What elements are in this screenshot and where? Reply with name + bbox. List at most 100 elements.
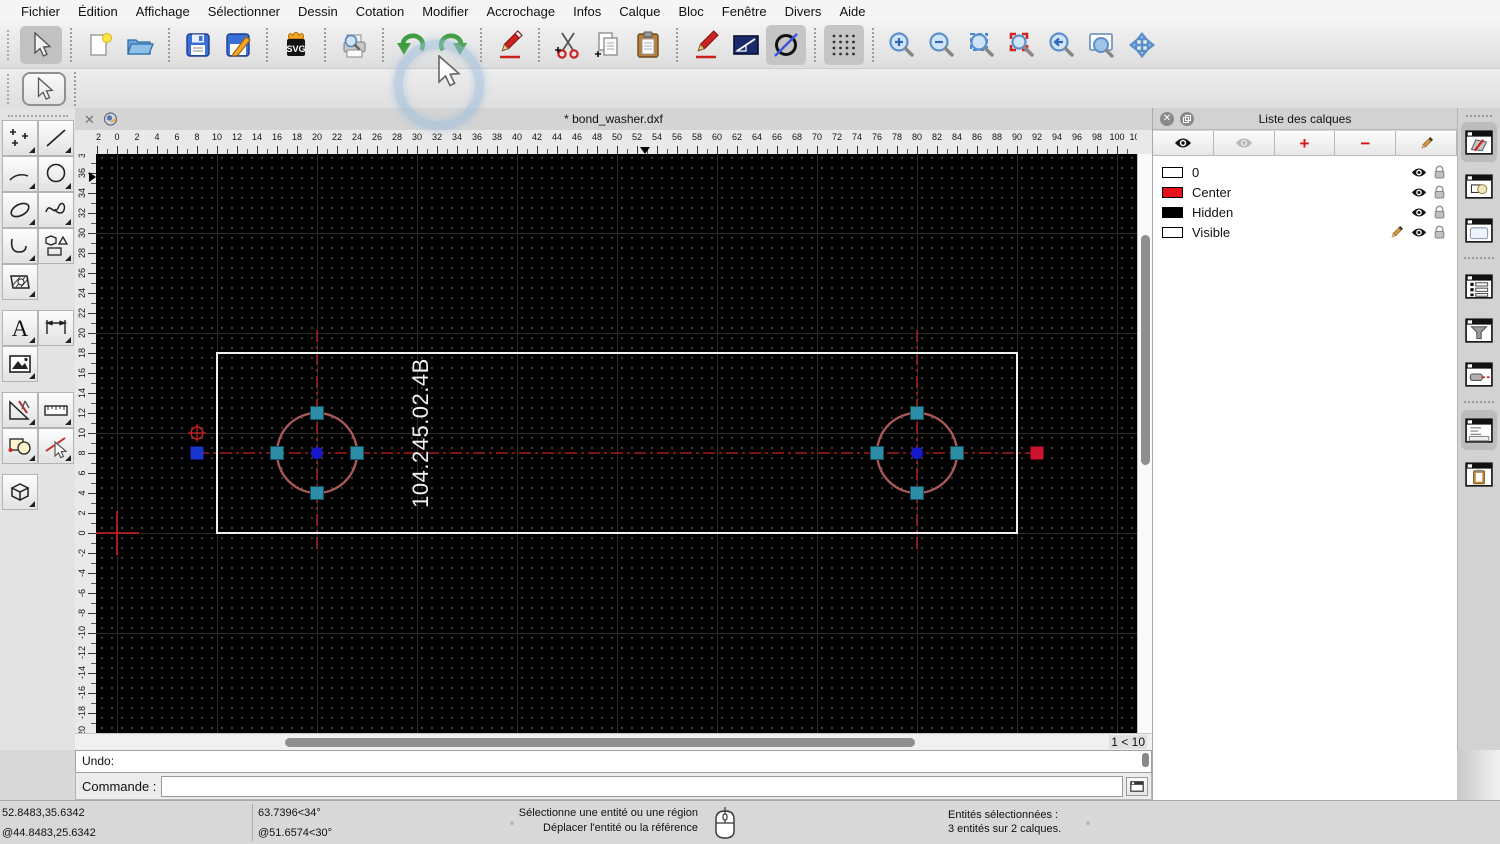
zoom-in-button[interactable] <box>882 25 922 65</box>
menu-item-calque[interactable]: Calque <box>610 4 669 19</box>
undo-button[interactable] <box>392 25 432 65</box>
endpoint-handle-red[interactable] <box>1030 446 1044 460</box>
tool-polyline[interactable] <box>1 228 38 264</box>
vertical-scrollbar[interactable] <box>1137 154 1152 733</box>
cut-button[interactable] <box>548 25 588 65</box>
vertical-scrollbar-thumb[interactable] <box>1141 235 1150 465</box>
menu-item-edition[interactable]: Édition <box>69 4 127 19</box>
tool-measure[interactable] <box>37 392 74 428</box>
eye-icon[interactable] <box>1411 167 1427 178</box>
line-attributes-button[interactable] <box>726 25 766 65</box>
drawing-canvas[interactable]: 104.245.02.4B <box>96 154 1137 733</box>
zoom-window-button[interactable] <box>1082 25 1122 65</box>
dock-selection-filter-button[interactable] <box>1461 310 1497 350</box>
tool-image[interactable] <box>1 346 38 382</box>
menu-item-infos[interactable]: Infos <box>564 4 610 19</box>
tool-text[interactable]: A <box>1 310 38 346</box>
selection-handle[interactable] <box>910 406 924 420</box>
zoom-previous-button[interactable] <box>1042 25 1082 65</box>
zoom-auto-button[interactable] <box>962 25 1002 65</box>
delete-button[interactable] <box>490 25 530 65</box>
layer-row-visible[interactable]: Visible <box>1153 222 1457 242</box>
dock-clipboard-button[interactable] <box>1461 454 1497 494</box>
tool-deselect[interactable] <box>37 428 74 464</box>
tool-dimension[interactable] <box>37 310 74 346</box>
eye-icon[interactable] <box>1411 187 1427 198</box>
tool-line[interactable] <box>37 120 74 156</box>
menu-item-dessin[interactable]: Dessin <box>289 4 347 19</box>
tool-points[interactable] <box>1 120 38 156</box>
save-as-button[interactable] <box>218 25 258 65</box>
print-preview-button[interactable] <box>334 25 374 65</box>
tool-block[interactable] <box>1 428 38 464</box>
layer-row-hidden[interactable]: Hidden <box>1153 202 1457 222</box>
menu-item-cotation[interactable]: Cotation <box>347 4 413 19</box>
add-layer-button[interactable]: + <box>1274 130 1336 155</box>
lock-icon[interactable] <box>1434 225 1445 239</box>
tool-arc[interactable] <box>1 156 38 192</box>
eye-icon[interactable] <box>1411 207 1427 218</box>
selection-handle[interactable] <box>310 486 324 500</box>
remove-layer-button[interactable]: − <box>1335 130 1397 155</box>
redo-button[interactable] <box>432 25 472 65</box>
layer-row-0[interactable]: 0 <box>1153 162 1457 182</box>
export-svg-button[interactable]: SVG <box>276 25 316 65</box>
menu-item-accrochage[interactable]: Accrochage <box>477 4 564 19</box>
lock-icon[interactable] <box>1434 205 1445 219</box>
menu-item-modifier[interactable]: Modifier <box>413 4 477 19</box>
dock-command-line-button[interactable] <box>1461 410 1497 450</box>
panel-detach-button[interactable] <box>1180 112 1194 126</box>
dock-entity-list-button[interactable] <box>1461 266 1497 306</box>
tool-hatch[interactable] <box>1 264 38 300</box>
zoom-selected-button[interactable] <box>1002 25 1042 65</box>
open-file-button[interactable] <box>120 25 160 65</box>
zoom-out-button[interactable] <box>922 25 962 65</box>
menu-item-fenetre[interactable]: Fenêtre <box>713 4 776 19</box>
selection-handle[interactable] <box>270 446 284 460</box>
dock-pen-palette-button[interactable] <box>1461 354 1497 394</box>
command-options-button[interactable] <box>1126 776 1148 796</box>
history-scrollbar[interactable] <box>1142 753 1149 770</box>
tool-ellipse[interactable] <box>1 192 38 228</box>
menu-item-aide[interactable]: Aide <box>830 4 874 19</box>
edit-layer-button[interactable] <box>1396 130 1457 155</box>
tool-polygon-shapes[interactable] <box>37 228 74 264</box>
new-file-button[interactable] <box>80 25 120 65</box>
tool-modify[interactable] <box>1 392 38 428</box>
zoom-pan-button[interactable] <box>1122 25 1162 65</box>
layer-row-center[interactable]: Center <box>1153 182 1457 202</box>
draft-mode-button[interactable] <box>766 25 806 65</box>
part-number-label[interactable]: 104.245.02.4B <box>408 358 433 508</box>
selection-handle[interactable] <box>950 446 964 460</box>
dock-library-browser-button[interactable] <box>1461 210 1497 250</box>
paste-button[interactable] <box>628 25 668 65</box>
save-button[interactable] <box>178 25 218 65</box>
select-tool-button[interactable] <box>20 26 62 64</box>
tool-spline[interactable] <box>37 192 74 228</box>
pen-attributes-button[interactable] <box>686 25 726 65</box>
show-all-layers-button[interactable] <box>1153 130 1214 155</box>
dock-block-list-button[interactable] <box>1461 166 1497 206</box>
selection-handle[interactable] <box>310 406 324 420</box>
selection-handle[interactable] <box>910 486 924 500</box>
panel-close-button[interactable]: ✕ <box>1160 112 1174 126</box>
toolbar-handle[interactable] <box>7 30 9 60</box>
copy-button[interactable] <box>588 25 628 65</box>
lock-icon[interactable] <box>1434 165 1445 179</box>
menu-item-bloc[interactable]: Bloc <box>669 4 712 19</box>
eye-icon[interactable] <box>1411 227 1427 238</box>
command-input[interactable] <box>161 775 1123 797</box>
circle-center-point[interactable] <box>311 447 323 459</box>
menu-item-fichier[interactable]: Fichier <box>12 4 69 19</box>
hide-all-layers-button[interactable] <box>1213 130 1275 155</box>
selection-handle[interactable] <box>350 446 364 460</box>
washer-outline-rect[interactable] <box>216 352 1018 534</box>
toolbar-handle[interactable] <box>7 73 9 104</box>
menu-item-selectionner[interactable]: Sélectionner <box>199 4 289 19</box>
selection-handle[interactable] <box>870 446 884 460</box>
horizontal-scrollbar-thumb[interactable] <box>285 738 915 747</box>
endpoint-handle-blue[interactable] <box>190 446 204 460</box>
dock-layer-list-button[interactable] <box>1461 122 1497 162</box>
circle-center-point[interactable] <box>911 447 923 459</box>
tool-3d-box[interactable] <box>1 474 38 510</box>
